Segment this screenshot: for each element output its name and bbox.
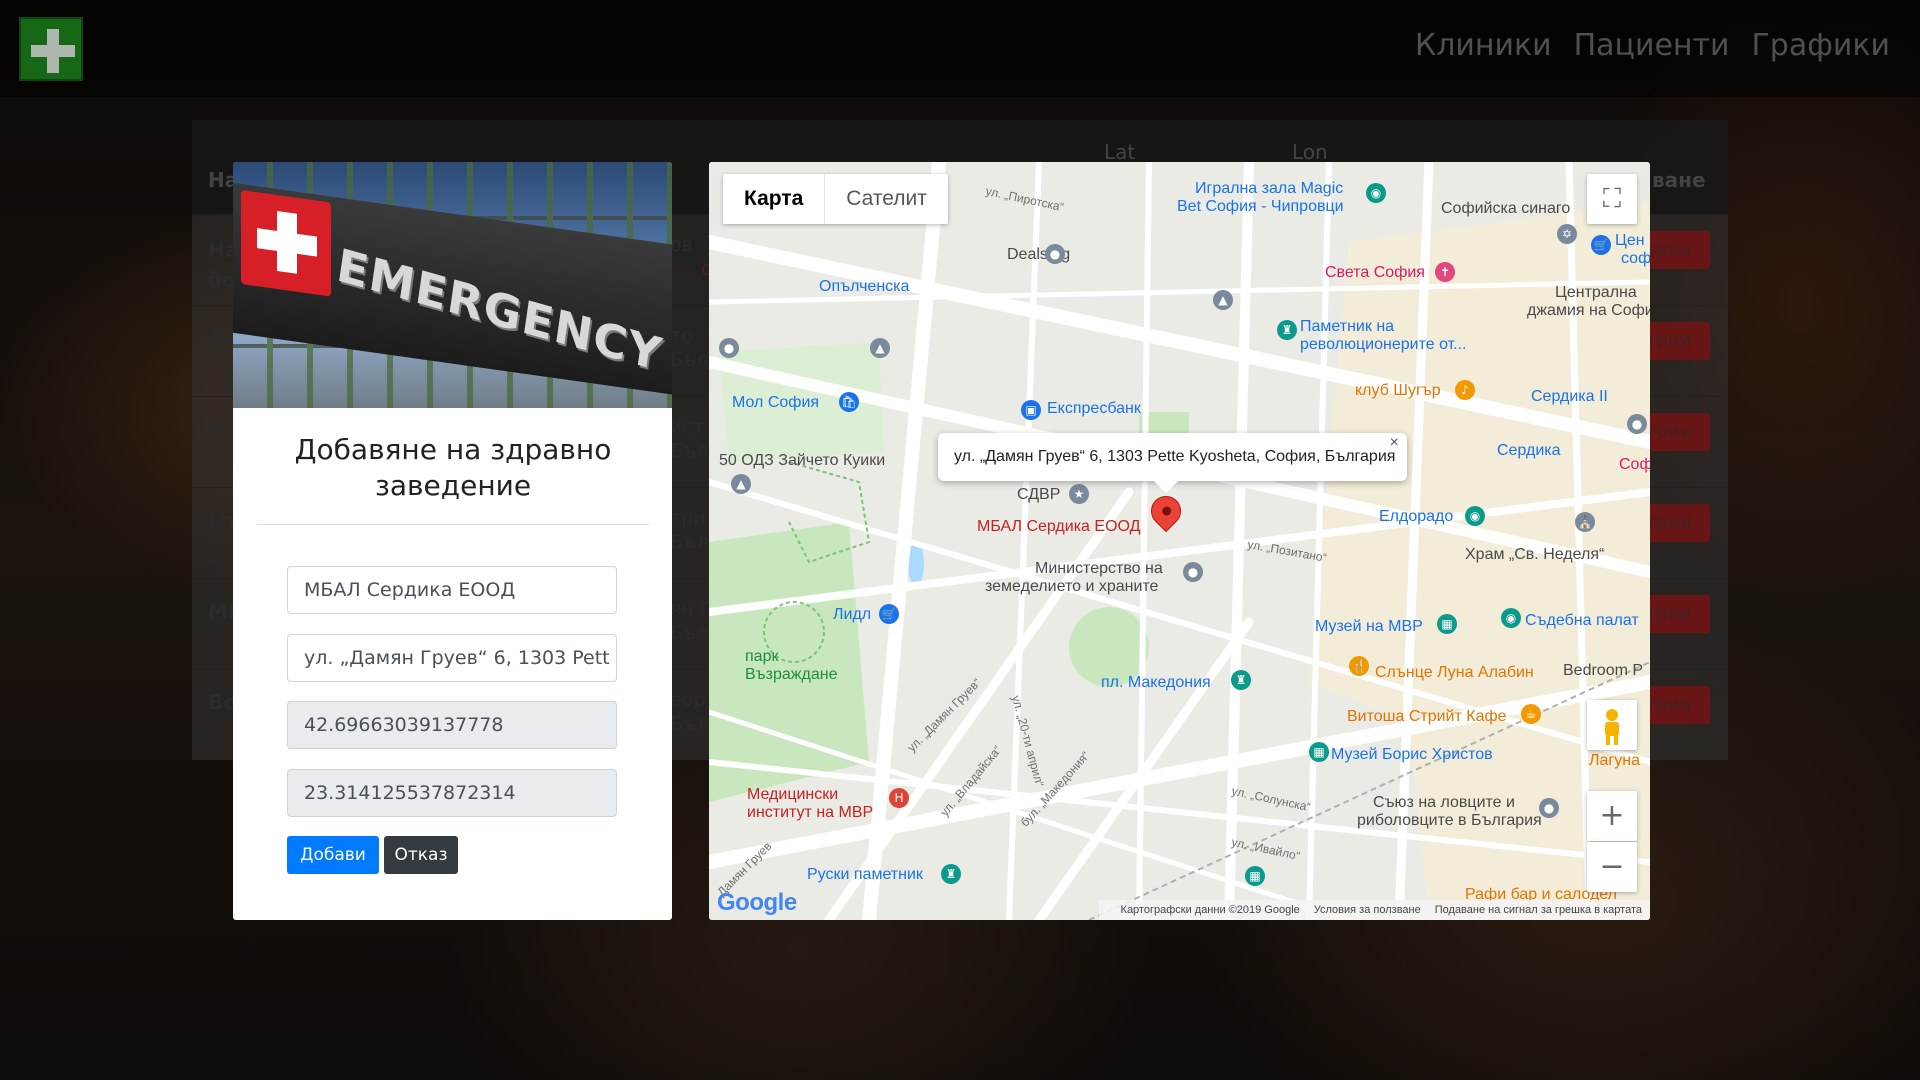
park-label[interactable]: парк [745,648,778,666]
street-view-pegman-icon[interactable] [1587,700,1637,750]
add-clinic-modal: EMERGENCY Добавяне на здравно заведение … [233,162,672,920]
synagogue-icon[interactable]: ✡ [1557,224,1577,244]
emergency-hero-image: EMERGENCY [233,162,672,408]
terms-link[interactable]: Условия за ползване [1314,904,1421,916]
clinic-address-input[interactable]: ул. „Дамян Груев“ 6, 1303 Pett [287,634,617,682]
map-place-label[interactable]: Медицински [747,786,838,804]
place-icon[interactable]: ● [1539,798,1559,818]
map-place-label[interactable]: Съдебна палат [1525,612,1639,630]
tab-map[interactable]: Карта [723,174,826,224]
map-attribution: Картографски данни ©2019 Google Условия з… [1098,900,1650,920]
map-place-label[interactable]: Министерство на [1035,560,1163,578]
museum-icon[interactable]: ▦ [1245,866,1265,886]
metro-label[interactable]: Сердика II [1531,388,1608,406]
map-place-label[interactable]: пл. Македония [1101,674,1211,692]
metro-label[interactable]: Сердика [1497,442,1561,460]
map-place-label[interactable]: риболовците в България [1357,812,1542,830]
map-place-label[interactable]: Музей Борис Христов [1331,746,1493,764]
hospital-icon[interactable]: H [889,788,909,808]
shopping-icon[interactable]: 🛒 [1591,235,1611,255]
casino-icon[interactable]: ◉ [1465,506,1485,526]
monument-icon[interactable]: ♜ [941,864,961,884]
map-place-label[interactable]: Bedroom P [1563,662,1643,680]
map-place-label[interactable]: земеделието и храните [985,578,1158,596]
latitude-input[interactable]: 42.69663039137778 [287,701,617,749]
church-icon[interactable]: ✝ [1435,262,1455,282]
map-infowindow: ул. „Дамян Груев“ 6, 1303 Pette Kyosheta… [938,433,1407,493]
shopping-icon[interactable]: 🛒 [879,604,899,624]
map-place-label[interactable]: Цен [1615,232,1645,250]
zoom-in-button[interactable]: + [1587,791,1637,841]
cafe-icon[interactable]: ☕ [1521,704,1541,724]
map-place-label[interactable]: клуб Шугър [1355,382,1441,400]
map-place-label[interactable]: Експресбанк [1047,400,1141,418]
map-place-label[interactable]: Елдорадо [1379,508,1453,526]
museum-icon[interactable]: ▦ [1437,614,1457,634]
map-place-label[interactable]: институт на МВР [747,804,873,822]
church-icon[interactable]: ⛪ [1575,512,1595,532]
monument-icon[interactable]: ♜ [1231,670,1251,690]
map-place-label[interactable]: Мол София [732,394,819,412]
map-place-label[interactable]: Съюз на ловците и [1373,794,1515,812]
map-place-label[interactable]: Софийска синаго [1441,200,1570,218]
map-place-label[interactable]: 50 ОДЗ Зайчето Куики [719,452,885,470]
monument-icon[interactable]: ♜ [1277,320,1297,340]
fullscreen-icon[interactable]: ⛶ [1587,174,1637,224]
selected-clinic-label[interactable]: МБАЛ Сердика ЕООД [977,518,1140,536]
tab-satellite[interactable]: Сателит [825,174,948,224]
place-icon[interactable]: ● [1045,244,1065,264]
place-icon[interactable]: ● [719,338,739,358]
map-place-label[interactable]: Соф [1619,456,1650,474]
map-place-label[interactable]: Лидл [833,606,871,624]
school-icon[interactable]: ▲ [731,474,751,494]
map-view[interactable]: ул. „Пиротска“ Игрална зала Magic Bet Со… [709,162,1650,920]
map-place-label[interactable]: Храм „Св. Неделя“ [1465,546,1604,564]
red-cross-icon [241,189,331,297]
museum-icon[interactable]: ▦ [1309,742,1329,762]
zoom-out-button[interactable]: − [1587,842,1637,892]
divider [257,524,649,525]
map-place-label[interactable]: СДВР [1017,486,1060,504]
map-place-label[interactable]: Лагуна [1589,752,1640,770]
google-logo[interactable]: Google [717,889,797,917]
school-icon[interactable]: ▲ [1213,290,1233,310]
infowindow-address: ул. „Дамян Груев“ 6, 1303 Pette Kyosheta… [954,448,1396,465]
longitude-input[interactable]: 23.314125537872314 [287,769,617,817]
nightclub-icon[interactable]: ♪ [1455,380,1475,400]
clinic-name-input[interactable]: МБАЛ Сердика ЕООД [287,566,617,614]
map-place-label[interactable]: Витоша Стрийт Кафе [1347,708,1507,726]
map-type-control: Карта Сателит [723,174,948,224]
gaming-icon[interactable]: ◉ [1366,183,1386,203]
map-place-label[interactable]: джамия на София [1527,302,1650,320]
map-place-label[interactable]: Слънце Луна Алабин [1375,664,1534,682]
map-place-label[interactable]: революционерите от... [1300,336,1467,354]
metro-label[interactable]: Опълченска [819,278,909,296]
close-icon[interactable]: × [1390,419,1399,467]
park-label[interactable]: Възраждане [745,666,837,684]
place-icon[interactable]: ● [1183,562,1203,582]
report-error-link[interactable]: Подаване на сигнал за грешка в картата [1435,904,1642,916]
place-icon[interactable]: ● [1627,414,1647,434]
map-place-label[interactable]: Музей на МВР [1315,618,1423,636]
add-button[interactable]: Добави [287,836,379,874]
map-data-attribution: Картографски данни ©2019 Google [1120,904,1300,916]
cancel-button[interactable]: Отказ [384,836,458,874]
map-place-label[interactable]: соф [1621,250,1650,268]
map-place-label[interactable]: Игрална зала Magic [1195,180,1343,198]
shopping-icon[interactable]: 🛍 [839,392,859,412]
form-title: Добавяне на здравно заведение [294,433,612,502]
school-icon[interactable]: ▲ [870,338,890,358]
police-icon[interactable]: ★ [1069,484,1089,504]
bank-icon[interactable]: ▣ [1021,400,1041,420]
map-place-label[interactable]: Централна [1555,284,1637,302]
map-place-label[interactable]: Руски паметник [807,866,923,884]
map-place-label[interactable]: Света София [1325,264,1425,282]
map-place-label[interactable]: Паметник на [1300,318,1394,336]
courthouse-icon[interactable]: ◉ [1501,608,1521,628]
restaurant-icon[interactable]: 🍴 [1349,656,1369,676]
map-place-label[interactable]: Bet София - Чипровци [1177,198,1344,216]
